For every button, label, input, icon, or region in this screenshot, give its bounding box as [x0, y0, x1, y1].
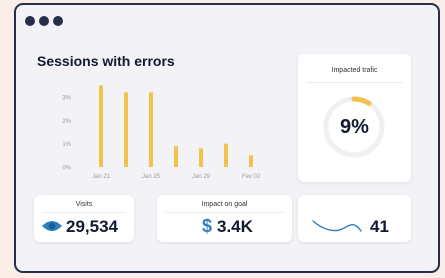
divider — [306, 82, 403, 83]
chart-bar[interactable] — [149, 92, 153, 167]
impacted-traffic-card: Impacted trafic 9% — [298, 54, 411, 182]
chart-bar[interactable] — [224, 143, 228, 167]
sessions-bar-chart: 0% 1% 2% 3% Jan 21 Jan 25 Jan 29 Fev 02 — [62, 85, 261, 180]
impacted-traffic-title: Impacted trafic — [331, 67, 378, 74]
window-dot-minimize[interactable] — [39, 16, 49, 26]
window-dot-maximize[interactable] — [53, 16, 63, 26]
chart-bar[interactable] — [174, 146, 178, 167]
x-tick-label: Jan 29 — [192, 174, 211, 180]
window-dot-close[interactable] — [25, 16, 35, 26]
chart-bar[interactable] — [124, 92, 128, 167]
sessions-chart-panel: Sessions with errors 0% 1% 2% 3% Jan 21 Jan 2… — [23, 43, 285, 181]
chart-bar[interactable] — [249, 155, 253, 167]
eye-icon — [42, 221, 62, 231]
chart-bar[interactable] — [199, 148, 203, 167]
y-tick-label: 2% — [62, 119, 71, 125]
x-tick-label: Jan 25 — [142, 174, 161, 180]
window-controls — [25, 16, 63, 26]
impact-on-goal-value: 3.4K — [217, 217, 253, 236]
y-tick-label: 3% — [62, 96, 71, 102]
divider — [165, 212, 284, 213]
visits-card: Visits 29,534 — [34, 195, 134, 242]
impact-on-goal-card: Impact on goal $ 3.4K — [157, 195, 292, 242]
trend-card: 41 — [298, 195, 411, 242]
x-tick-label: Fev 02 — [242, 174, 261, 180]
chart-bar[interactable] — [99, 85, 103, 167]
divider — [42, 212, 126, 213]
dollar-icon: $ — [202, 216, 213, 236]
impacted-traffic-value: 9% — [340, 116, 369, 138]
y-tick-label: 1% — [62, 142, 71, 148]
visits-value: 29,534 — [66, 217, 118, 236]
trend-line-icon — [312, 220, 362, 232]
y-tick-label: 0% — [62, 166, 71, 172]
x-tick-label: Jan 21 — [92, 174, 111, 180]
trend-value: 41 — [370, 217, 389, 236]
visits-title: Visits — [75, 201, 93, 208]
impact-on-goal-title: Impact on goal — [201, 201, 248, 208]
